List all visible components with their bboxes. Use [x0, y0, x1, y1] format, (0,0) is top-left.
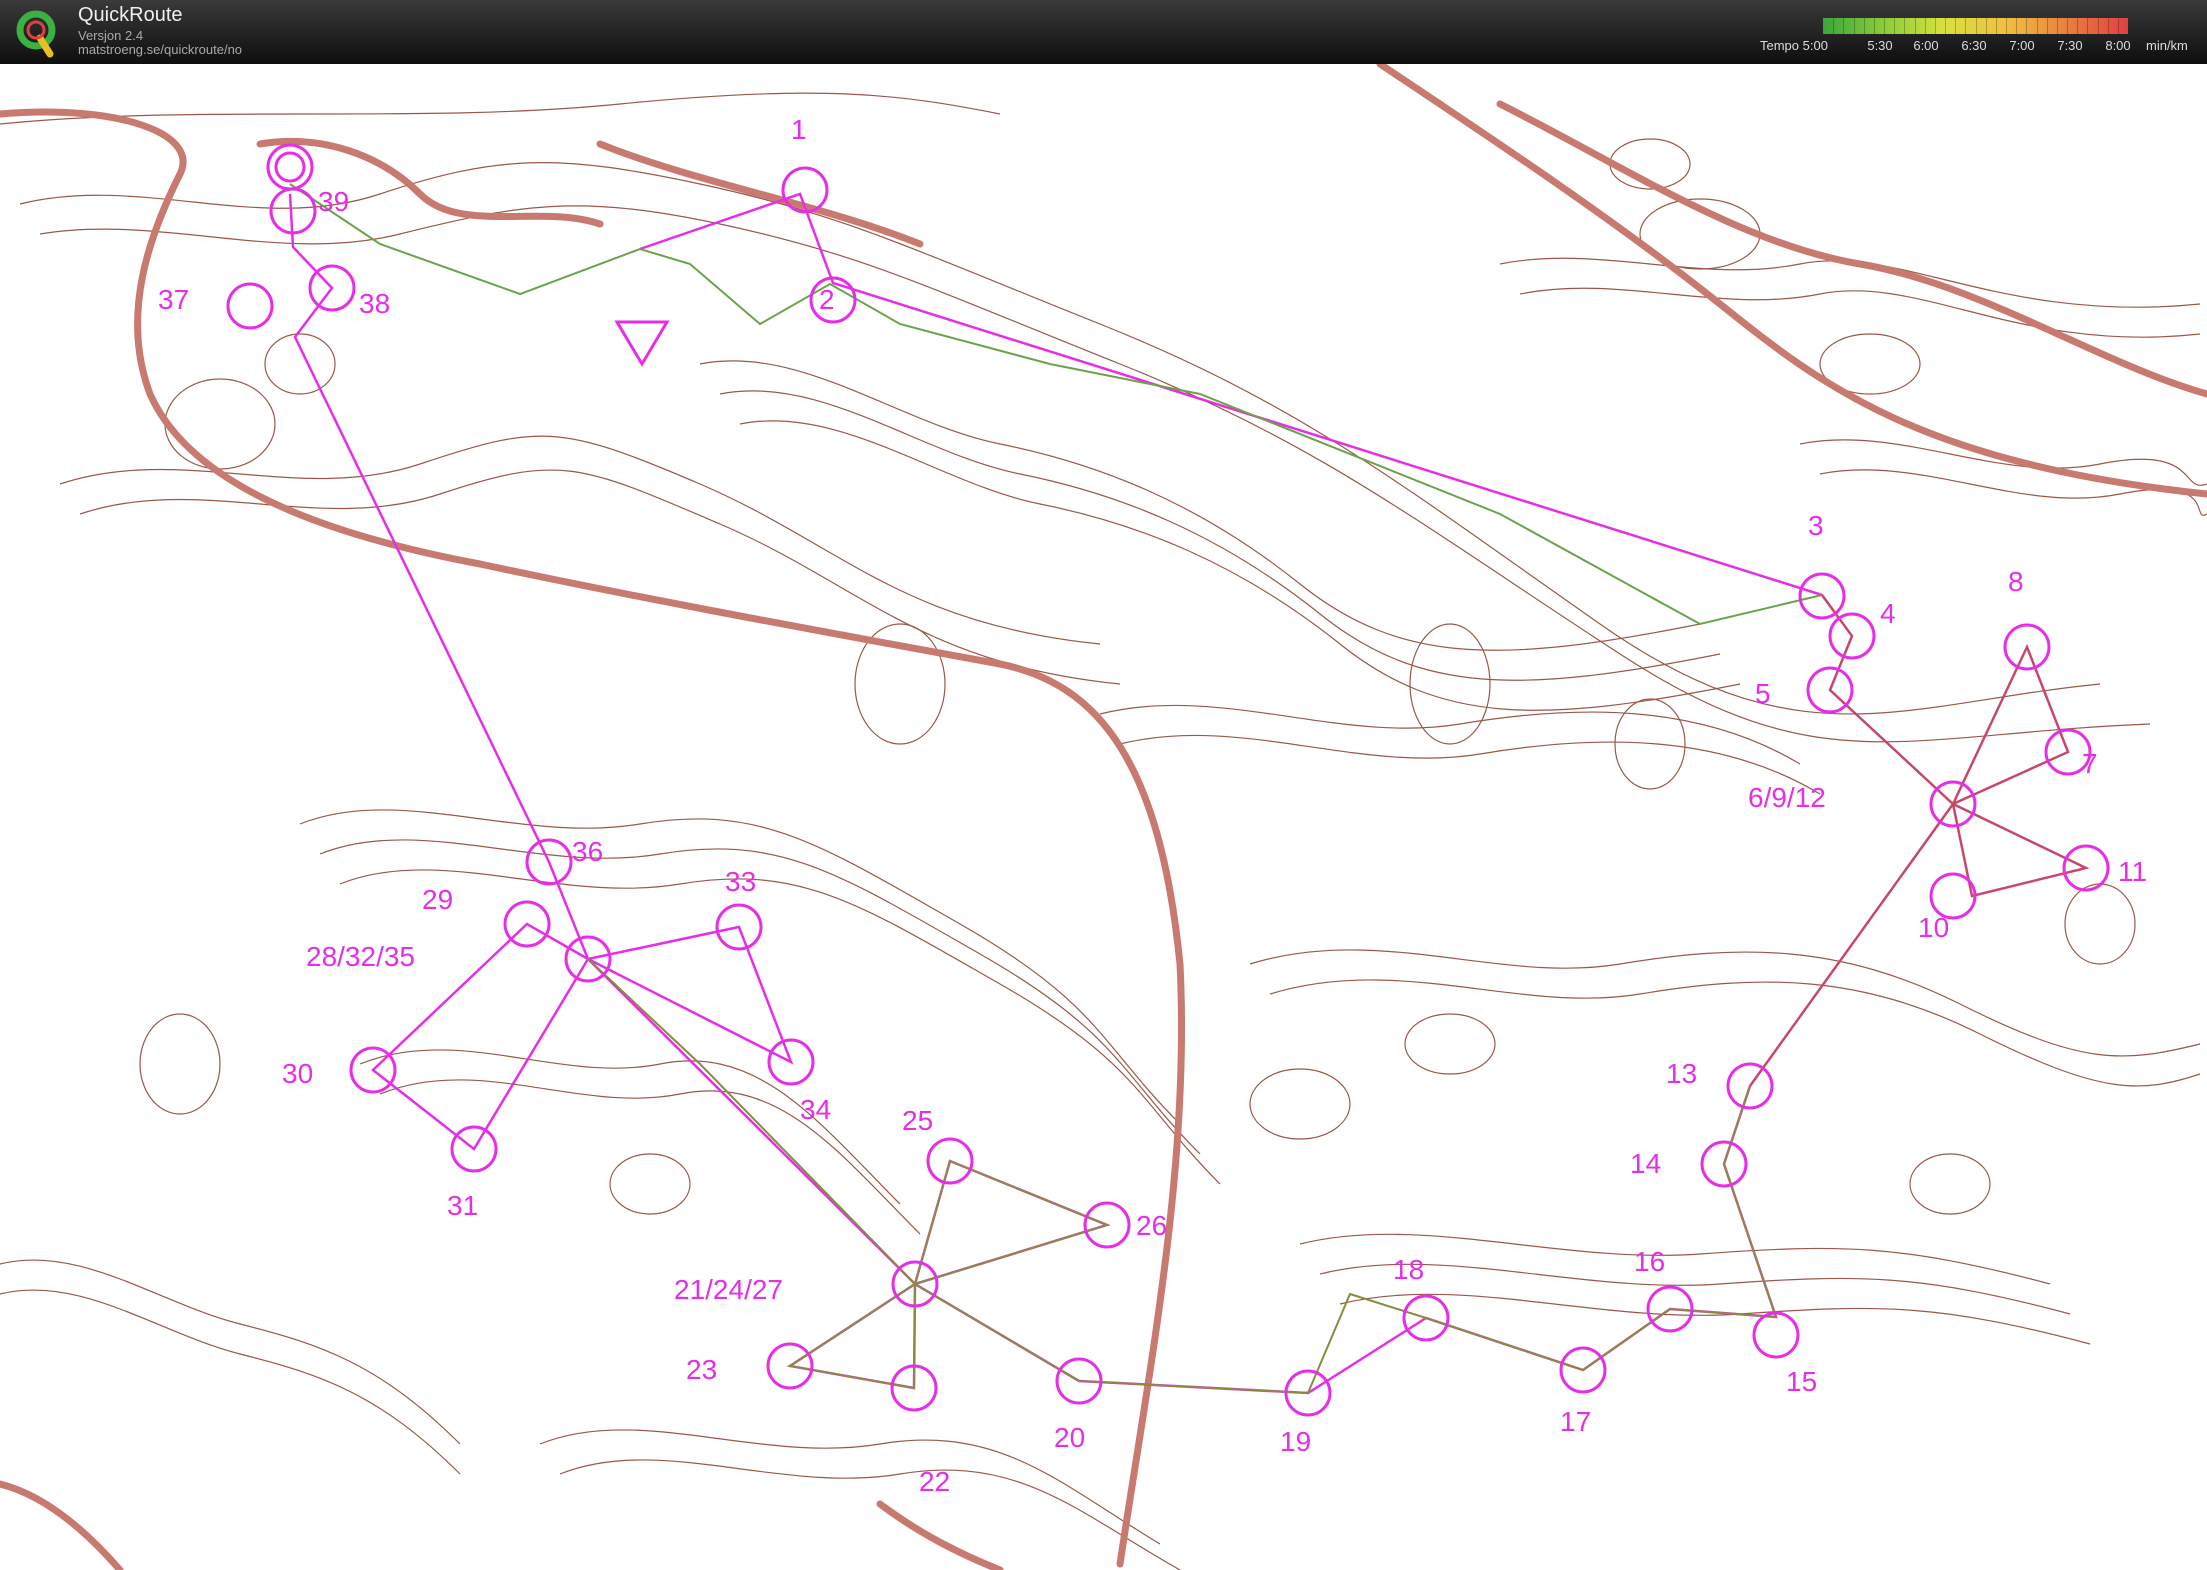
legend-segment-divider: [2006, 18, 2007, 34]
pace-tick: 6:00: [1913, 38, 1939, 53]
gps-route: [289, 183, 2089, 1395]
legend-segment-divider: [2077, 18, 2079, 34]
app-url: matstroeng.se/quickroute/no: [78, 42, 243, 57]
control-circle: [226, 282, 274, 330]
pace-tick: 8:00: [2105, 38, 2131, 53]
legend-segment-divider: [1955, 18, 1957, 34]
pace-legend-label: Tempo 5:00: [1760, 38, 1828, 53]
legend-segment-divider: [2056, 18, 2058, 34]
pace-tick: 6:30: [1961, 38, 1987, 53]
pace-tick: 7:30: [2057, 38, 2083, 53]
control-circle: [1929, 872, 1977, 920]
legend-segment-divider: [1965, 18, 1967, 34]
contour-lines: [0, 92, 2207, 1570]
legend-segment-divider: [1975, 18, 1977, 34]
legend-segment-divider: [2107, 18, 2109, 34]
legend-segment-divider: [1863, 18, 1865, 34]
quickroute-header: QuickRoute Versjon 2.4 matstroeng.se/qui…: [0, 0, 2207, 64]
legend-segment-divider: [2117, 18, 2119, 34]
legend-segment-divider: [2067, 18, 2068, 34]
legend-segment-divider: [2016, 18, 2018, 34]
legend-segment-divider: [1884, 18, 1885, 34]
legend-segment-divider: [1934, 18, 1936, 34]
legend-segment-divider: [1924, 18, 1926, 34]
legend-segment-divider: [1894, 18, 1896, 34]
app-version: Versjon 2.4: [78, 28, 144, 43]
pace-tick: 5:30: [1867, 38, 1893, 53]
legend-segment-divider: [1985, 18, 1987, 34]
legend-segment-divider: [2046, 18, 2048, 34]
pace-color-scale: [1823, 18, 2128, 34]
legend-segment-divider: [2087, 18, 2089, 34]
app-title: QuickRoute: [78, 4, 183, 26]
legend-segment-divider: [1995, 18, 1997, 34]
legend-segment-divider: [1853, 18, 1855, 34]
legend-segment-divider: [1833, 18, 1835, 34]
map-canvas[interactable]: [0, 64, 2207, 1570]
legend-segment-divider: [2026, 18, 2028, 34]
quickroute-logo-icon: [16, 10, 56, 58]
legend-segment-divider: [1945, 18, 1946, 34]
legend-segment-divider: [1914, 18, 1916, 34]
legend-segment-divider: [1904, 18, 1906, 34]
legend-segment-divider: [1873, 18, 1875, 34]
finish-circle: [266, 143, 314, 191]
legend-segment-divider: [2097, 18, 2099, 34]
orienteering-map[interactable]: 1 2 3 4 5 6/9/12 7 8 10 11 13 14 15 16 17 18 19 20 21/24/2…: [0, 64, 2207, 1570]
start-triangle: [614, 320, 670, 367]
pace-legend-unit: min/km: [2146, 38, 2188, 53]
pace-tick: 7:00: [2009, 38, 2035, 53]
pace-legend: Tempo 5:00 5:30 6:00 6:30 7:00 7:30 8:00…: [1760, 18, 2200, 58]
legend-segment-divider: [2036, 18, 2038, 34]
legend-segment-divider: [1843, 18, 1845, 34]
control-circle: [1752, 1311, 1800, 1359]
